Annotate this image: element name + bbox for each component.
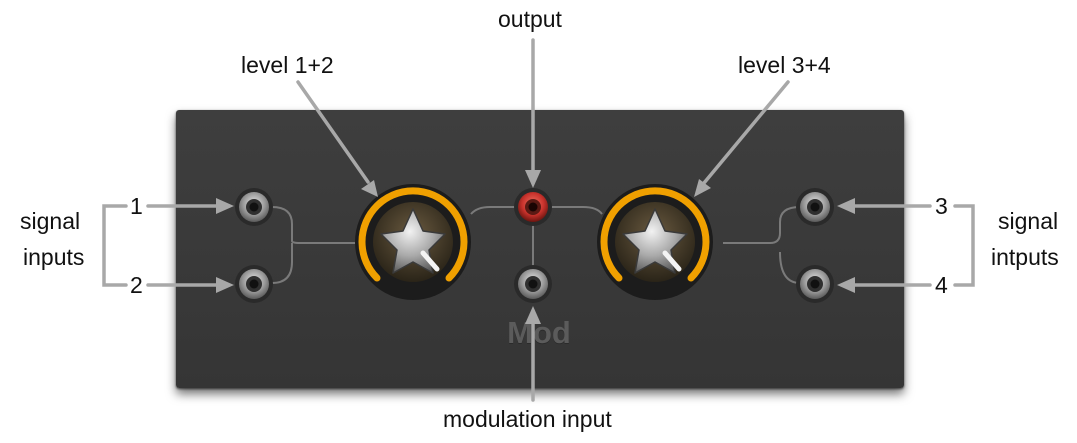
output-label: output — [498, 6, 562, 32]
module-diagram: Mod output level 1+2 level 3+4 modulatio… — [0, 0, 1077, 443]
jack-icon[interactable] — [796, 265, 834, 303]
input-2-label: 2 — [130, 272, 143, 298]
knob-icon[interactable] — [597, 184, 713, 300]
jack-icon[interactable] — [514, 188, 552, 226]
diagram-graphics — [102, 38, 975, 402]
input-3-label: 3 — [935, 193, 948, 219]
input-4-label: 4 — [935, 272, 948, 298]
jack-icon[interactable] — [796, 188, 834, 226]
level-3-4-label: level 3+4 — [738, 52, 831, 78]
jack-icon[interactable] — [235, 188, 273, 226]
level-1-2-label: level 1+2 — [241, 52, 334, 78]
jack-icon[interactable] — [514, 265, 552, 303]
knob-icon[interactable] — [355, 184, 471, 300]
signal-inputs-right-line2: intputs — [991, 244, 1059, 270]
signal-inputs-right-line1: signal — [998, 208, 1059, 234]
signal-inputs-left-line1: signal — [20, 208, 81, 234]
input-1-label: 1 — [130, 193, 143, 219]
modulation-input-label: modulation input — [443, 406, 612, 432]
jack-icon[interactable] — [235, 265, 273, 303]
signal-inputs-left-line2: inputs — [23, 244, 85, 270]
